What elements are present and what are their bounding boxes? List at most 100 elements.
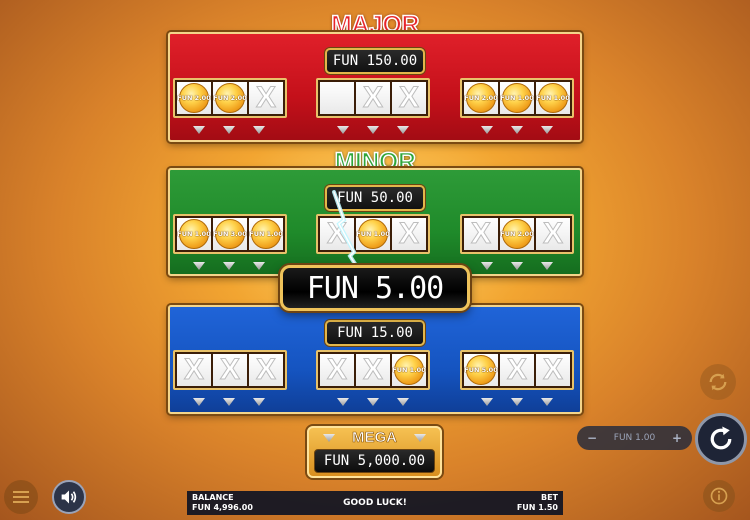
gem-icon [511,262,523,270]
x-mark: X [398,217,419,250]
pick-slot[interactable]: X [536,218,570,250]
x-mark: X [398,81,419,114]
minor-group-3: X FUN 2.00 X [460,214,574,254]
gem-icon [541,398,553,406]
bet-increase-button[interactable]: + [672,431,682,445]
coin-icon: FUN 1.00 [500,83,534,113]
major-group-2: XX [316,78,430,118]
pick-slot[interactable]: FUN 2.00 [213,82,247,114]
spin-button[interactable] [695,413,747,465]
speaker-icon [61,490,77,504]
bet-value: FUN 1.50 [516,503,558,512]
pick-slot[interactable]: X [249,354,283,386]
x-mark: X [362,81,383,114]
pick-slot[interactable]: FUN 1.00 [392,354,426,386]
win-amount-display: FUN 5.00 [280,265,470,311]
coin-value: FUN 1.00 [249,230,283,238]
pick-slot[interactable]: X [392,82,426,114]
pick-slot[interactable]: FUN 2.00 [177,82,211,114]
status-bar: BALANCE FUN 4,996.00 GOOD LUCK! BET FUN … [187,491,563,515]
pick-slot[interactable]: X [536,354,570,386]
coin-icon: FUN 1.00 [249,219,283,249]
pick-slot[interactable]: FUN 1.00 [249,218,283,250]
coin-value: FUN 5.00 [464,366,498,374]
pick-slot[interactable]: FUN 1.00 [177,218,211,250]
coin-value: FUN 1.00 [392,366,426,374]
coin-icon: FUN 3.00 [213,219,247,249]
x-mark: X [326,353,347,386]
coin-icon: FUN 2.00 [213,83,247,113]
minimum-prize: FUN 15.00 [325,320,425,346]
pick-slot[interactable]: FUN 1.00 [500,82,534,114]
mega-panel: MEGA FUN 5,000.00 [307,426,442,478]
minimum-gems-2 [337,398,409,406]
menu-button[interactable] [4,480,38,514]
minimum-gems-3 [481,398,553,406]
coin-value: FUN 2.00 [213,94,247,102]
pick-slot[interactable]: X [177,354,211,386]
coin-value: FUN 1.00 [536,94,570,102]
coin-value: FUN 2.00 [500,230,534,238]
pick-slot[interactable] [320,82,354,114]
x-mark: X [362,353,383,386]
pick-slot[interactable]: X [356,354,390,386]
gem-icon [223,126,235,134]
pick-slot[interactable]: X [249,82,283,114]
minimum-group-3: FUN 5.00 X X [460,350,574,390]
gem-icon [367,398,379,406]
gem-icon [481,398,493,406]
pick-slot[interactable]: X [213,354,247,386]
spin-icon [710,426,732,450]
gem-icon [481,262,493,270]
pick-slot[interactable]: X [356,82,390,114]
major-gems-2 [337,126,409,134]
gem-icon [193,262,205,270]
coin-icon: FUN 2.00 [500,219,534,249]
major-gems-1 [193,126,265,134]
minor-gems-3 [481,262,553,270]
pick-slot[interactable]: FUN 1.00 [536,82,570,114]
coin-value: FUN 1.00 [500,94,534,102]
info-button[interactable] [703,480,735,512]
gem-icon [223,398,235,406]
pick-slot[interactable]: FUN 2.00 [464,82,498,114]
pick-slot[interactable]: FUN 3.00 [213,218,247,250]
pick-slot[interactable]: X [392,218,426,250]
major-group-3: FUN 2.00 FUN 1.00 FUN 1.00 [460,78,574,118]
minimum-group-1: XXX [173,350,287,390]
gem-icon [193,126,205,134]
gem-icon [397,126,409,134]
minor-gems-1 [193,262,265,270]
coin-icon: FUN 1.00 [177,219,211,249]
pick-slot[interactable]: X [464,218,498,250]
gem-icon [337,126,349,134]
pick-slot[interactable]: X [500,354,534,386]
gem-icon [337,398,349,406]
x-mark: X [470,217,491,250]
pick-slot[interactable]: FUN 5.00 [464,354,498,386]
gem-icon [223,262,235,270]
gem-icon [541,126,553,134]
sound-button[interactable] [52,480,86,514]
coin-value: FUN 2.00 [464,94,498,102]
gem-icon [193,398,205,406]
coin-icon: FUN 2.00 [464,83,498,113]
x-mark: X [542,353,563,386]
major-gems-3 [481,126,553,134]
bet-label: BET [540,493,558,502]
mega-prize: FUN 5,000.00 [314,449,435,473]
minor-group-1: FUN 1.00 FUN 3.00 FUN 1.00 [173,214,287,254]
pick-slot[interactable]: X [320,354,354,386]
status-message: GOOD LUCK! [343,498,407,508]
autoplay-icon [709,373,727,391]
x-mark: X [506,353,527,386]
coin-icon: FUN 1.00 [536,83,570,113]
coin-icon: FUN 5.00 [464,355,498,385]
bet-stepper-value: FUN 1.00 [613,433,656,443]
pick-slot[interactable]: FUN 2.00 [500,218,534,250]
bet-decrease-button[interactable]: − [587,431,597,445]
x-mark: X [219,353,240,386]
gem-icon [481,126,493,134]
gem-icon [253,126,265,134]
autoplay-button[interactable] [700,364,736,400]
